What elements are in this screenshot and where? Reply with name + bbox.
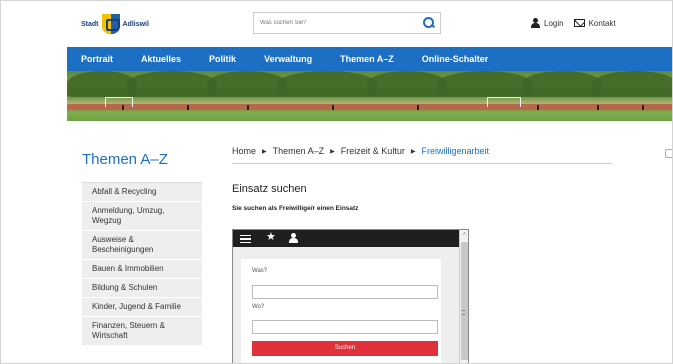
scroll-grip-icon (462, 310, 465, 315)
volunteer-search-widget: ★ Was? Wo? Suchen ˄ (232, 229, 469, 363)
nav-item-politik[interactable]: Politik (209, 54, 236, 64)
nav-item-themen[interactable]: Themen A–Z (340, 54, 394, 64)
search-icon[interactable] (422, 16, 436, 30)
breadcrumb-separator-icon: ▶ (330, 149, 335, 155)
hero-image (67, 71, 672, 121)
site-logo[interactable]: Stadt Adliswil (81, 13, 149, 35)
user-icon (531, 18, 540, 28)
contact-link[interactable]: Kontakt (573, 18, 616, 28)
sidebar-item-bauen[interactable]: Bauen & Immobilien (82, 260, 202, 279)
mail-icon (573, 19, 585, 27)
breadcrumb-themen[interactable]: Themen A–Z (273, 146, 325, 156)
where-input[interactable] (252, 320, 438, 334)
sidebar-item-abfall[interactable]: Abfall & Recycling (82, 183, 202, 202)
page-title: Einsatz suchen (232, 183, 307, 195)
page-subtitle: Sie suchen als Freiwillige/r einen Einsa… (232, 205, 359, 212)
browser-page: Stadt Adliswil Login Kontakt Portrait Ak… (0, 0, 673, 364)
sidebar-item-kinder[interactable]: Kinder, Jugend & Familie (82, 298, 202, 317)
breadcrumb-separator-icon: ▶ (410, 149, 416, 155)
login-label: Login (544, 18, 564, 28)
widget-toolbar: ★ (233, 230, 459, 247)
logo-name: Adliswil (122, 20, 149, 28)
breadcrumb-freizeit[interactable]: Freizeit & Kultur (341, 146, 405, 156)
search-input[interactable] (260, 16, 410, 30)
search-form: Was? Wo? Suchen (241, 259, 441, 363)
logo-prefix: Stadt (81, 20, 99, 28)
user-icon[interactable] (289, 233, 298, 243)
what-label: Was? (252, 268, 268, 274)
site-header: Stadt Adliswil Login Kontakt (1, 1, 672, 47)
nav-item-online-schalter[interactable]: Online-Schalter (422, 54, 489, 64)
login-link[interactable]: Login (531, 18, 564, 28)
breadcrumb-separator-icon: ▶ (262, 149, 267, 155)
nav-item-portrait[interactable]: Portrait (81, 54, 113, 64)
header-links: Login Kontakt (531, 18, 626, 28)
breadcrumb-home[interactable]: Home (232, 146, 256, 156)
breadcrumb: Home ▶ Themen A–Z ▶ Freizeit & Kultur ▶ … (232, 146, 612, 164)
scroll-thumb[interactable] (461, 242, 468, 360)
sidebar-item-bildung[interactable]: Bildung & Schulen (82, 279, 202, 298)
contact-label: Kontakt (588, 18, 616, 28)
print-icon[interactable] (665, 149, 672, 158)
widget-body: Was? Wo? Suchen (233, 247, 459, 363)
what-input[interactable] (252, 285, 438, 299)
main-navigation: Portrait Aktuelles Politik Verwaltung Th… (67, 47, 672, 71)
star-icon[interactable]: ★ (266, 232, 276, 243)
breadcrumb-current[interactable]: Freiwilligenarbeit (421, 146, 489, 156)
search-box (253, 12, 441, 34)
sidebar-menu: Abfall & Recycling Anmeldung, Umzug, Weg… (82, 182, 202, 346)
nav-item-verwaltung[interactable]: Verwaltung (264, 54, 312, 64)
menu-icon[interactable] (240, 235, 251, 243)
sidebar-item-ausweise[interactable]: Ausweise & Bescheinigungen (82, 231, 202, 260)
sidebar-item-anmeldung[interactable]: Anmeldung, Umzug, Wegzug (82, 202, 202, 231)
where-label: Wo? (252, 304, 265, 310)
sidebar-item-finanzen[interactable]: Finanzen, Steuern & Wirtschaft (82, 317, 202, 346)
search-submit-button[interactable]: Suchen (252, 341, 438, 356)
nav-item-aktuelles[interactable]: Aktuelles (141, 54, 181, 64)
scroll-up-icon[interactable]: ˄ (461, 231, 468, 239)
widget-scrollbar[interactable]: ˄ (459, 230, 468, 363)
sidebar-title: Themen A–Z (82, 151, 168, 168)
coat-of-arms-icon (101, 14, 120, 34)
